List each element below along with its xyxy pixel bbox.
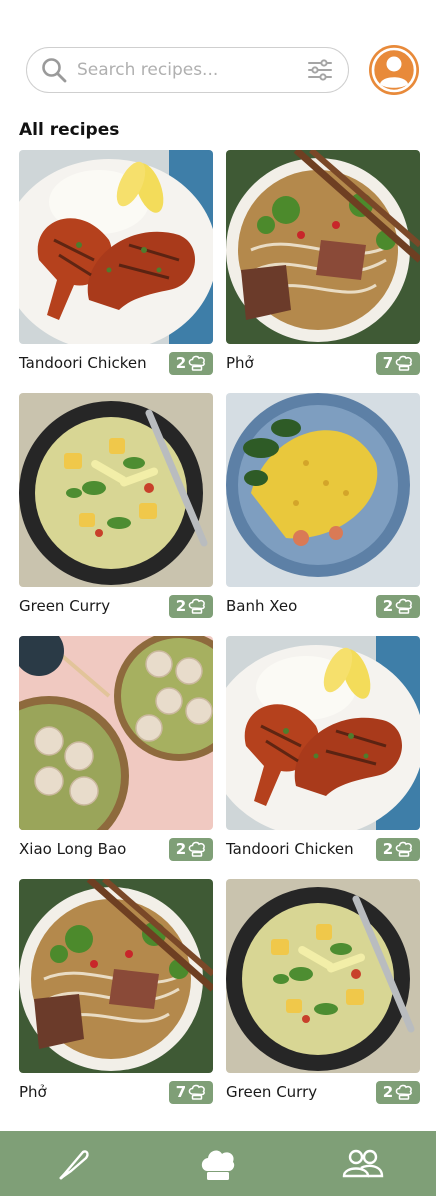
nav-chef-hat[interactable] <box>188 1134 248 1194</box>
recipe-image <box>226 393 420 587</box>
recipe-name: Banh Xeo <box>226 597 298 615</box>
recipe-count-badge: 2 <box>169 837 213 861</box>
bottom-nav <box>0 1131 436 1196</box>
recipe-card[interactable]: Tandoori Chicken 2 <box>19 150 213 393</box>
recipe-card[interactable]: Phở 7 <box>226 150 420 393</box>
recipe-image <box>226 150 420 344</box>
recipe-name: Xiao Long Bao <box>19 840 127 858</box>
recipe-card[interactable]: Xiao Long Bao 2 <box>19 636 213 879</box>
user-icon <box>371 47 417 93</box>
recipe-meta: Phở 7 <box>226 351 420 375</box>
recipe-card[interactable]: Banh Xeo 2 <box>226 393 420 636</box>
recipe-meta: Phở 7 <box>19 1080 213 1104</box>
recipe-count-badge: 2 <box>376 1080 420 1104</box>
recipe-count: 2 <box>175 597 187 615</box>
recipe-meta: Tandoori Chicken 2 <box>19 351 213 375</box>
recipe-name: Tandoori Chicken <box>226 840 354 858</box>
search-input[interactable] <box>77 60 306 80</box>
recipe-count-badge: 2 <box>376 594 420 618</box>
recipe-image <box>19 393 213 587</box>
recipe-image <box>19 636 213 830</box>
recipe-count-badge: 7 <box>169 1080 213 1104</box>
chef-hat-icon <box>188 355 206 371</box>
recipe-count: 7 <box>175 1083 187 1101</box>
recipe-count: 2 <box>175 354 187 372</box>
chef-hat-icon <box>188 841 206 857</box>
nav-community[interactable] <box>333 1134 393 1194</box>
recipe-name: Green Curry <box>226 1083 318 1101</box>
recipe-meta: Banh Xeo 2 <box>226 594 420 618</box>
recipe-card[interactable]: Phở 7 <box>19 879 213 1122</box>
knife-icon <box>59 1149 89 1179</box>
chef-hat-icon <box>395 1084 413 1100</box>
recipe-count-badge: 2 <box>169 594 213 618</box>
recipe-card[interactable]: Tandoori Chicken 2 <box>226 636 420 879</box>
recipe-card[interactable]: Green Curry 2 <box>226 879 420 1122</box>
nav-knife[interactable] <box>43 1134 103 1194</box>
chef-hat-icon <box>188 598 206 614</box>
section-title: All recipes <box>19 120 120 140</box>
recipe-card[interactable]: Green Curry 2 <box>19 393 213 636</box>
recipe-meta: Xiao Long Bao 2 <box>19 837 213 861</box>
recipe-meta: Green Curry 2 <box>226 1080 420 1104</box>
recipe-name: Phở <box>226 354 254 372</box>
profile-avatar[interactable] <box>369 45 419 95</box>
recipe-image <box>19 879 213 1073</box>
sliders-icon[interactable] <box>306 56 334 84</box>
chef-hat-icon <box>395 598 413 614</box>
chef-hat-icon <box>188 1084 206 1100</box>
chef-hat-icon <box>395 841 413 857</box>
recipe-count-badge: 2 <box>169 351 213 375</box>
recipe-count: 2 <box>175 840 187 858</box>
chef-hat-icon <box>395 355 413 371</box>
recipe-count: 7 <box>382 354 394 372</box>
recipe-image <box>226 879 420 1073</box>
recipe-count: 2 <box>382 597 394 615</box>
recipe-count: 2 <box>382 1083 394 1101</box>
recipe-meta: Green Curry 2 <box>19 594 213 618</box>
users-icon <box>343 1149 384 1177</box>
chef-hat-icon <box>201 1150 235 1180</box>
recipe-name: Phở <box>19 1083 47 1101</box>
search-bar[interactable] <box>26 47 349 93</box>
recipe-name: Tandoori Chicken <box>19 354 147 372</box>
recipe-grid: Tandoori Chicken 2 Phở 7 Green Curry 2 Banh Xe… <box>19 150 420 1122</box>
recipe-name: Green Curry <box>19 597 111 615</box>
recipe-count-badge: 7 <box>376 351 420 375</box>
recipe-count-badge: 2 <box>376 837 420 861</box>
recipe-meta: Tandoori Chicken 2 <box>226 837 420 861</box>
recipe-image <box>19 150 213 344</box>
recipe-image <box>226 636 420 830</box>
recipe-count: 2 <box>382 840 394 858</box>
search-icon <box>39 55 69 85</box>
